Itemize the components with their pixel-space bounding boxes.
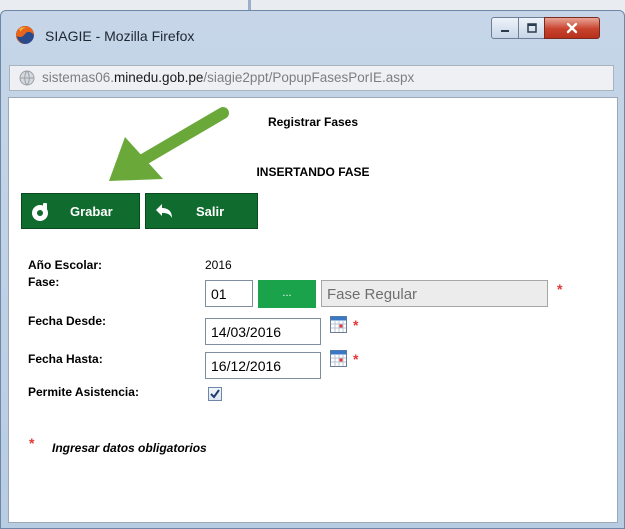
date-to-label: Fecha Hasta: [28,352,103,366]
attendance-label: Permite Asistencia: [28,385,139,399]
minimize-button[interactable] [491,17,519,39]
calendar-icon[interactable] [330,350,347,367]
exit-label: Salir [196,204,225,219]
phase-name-field: Fase Regular [321,280,548,307]
required-marker: * [353,317,359,333]
phase-label: Fase: [28,275,60,289]
phase-lookup-button[interactable]: ... [258,280,316,308]
required-marker: * [29,435,35,451]
date-from-label: Fecha Desde: [28,314,107,328]
save-label: Grabar [70,204,113,219]
window-title: SIAGIE - Mozilla Firefox [45,28,195,44]
back-arrow-icon [156,204,172,218]
year-label: Año Escolar: [28,258,103,272]
date-from-field[interactable]: 14/03/2016 [205,318,321,345]
required-marker: * [353,351,359,367]
maximize-button[interactable] [518,17,545,39]
annotation-arrow-icon [109,107,229,181]
required-fields-note: Ingresar datos obligatorios [52,441,207,455]
close-button[interactable] [544,17,600,39]
url-prefix: sistemas06. [42,70,115,85]
minimize-icon [501,30,509,32]
attendance-checkbox[interactable] [208,387,222,401]
firefox-popup-window: SIAGIE - Mozilla Firefox sistemas06.mine… [0,10,625,529]
required-marker: * [557,281,563,297]
url-path: /siagie2ppt/PopupFasesPorIE.aspx [203,70,415,85]
date-to-field[interactable]: 16/12/2016 [205,352,321,379]
phase-code-field[interactable]: 01 [205,280,253,307]
year-value: 2016 [205,258,232,272]
address-bar[interactable]: sistemas06.minedu.gob.pe/siagie2ppt/Popu… [9,65,614,91]
url-text: sistemas06.minedu.gob.pe/siagie2ppt/Popu… [42,70,414,85]
close-icon [566,22,578,34]
calendar-icon[interactable] [330,316,347,333]
save-disk-icon [32,203,48,221]
url-domain: minedu.gob.pe [114,70,204,85]
window-titlebar[interactable]: SIAGIE - Mozilla Firefox [1,11,624,59]
globe-icon [19,70,35,86]
firefox-icon [16,26,34,44]
maximize-icon [526,23,537,33]
checkmark-icon [210,389,220,399]
